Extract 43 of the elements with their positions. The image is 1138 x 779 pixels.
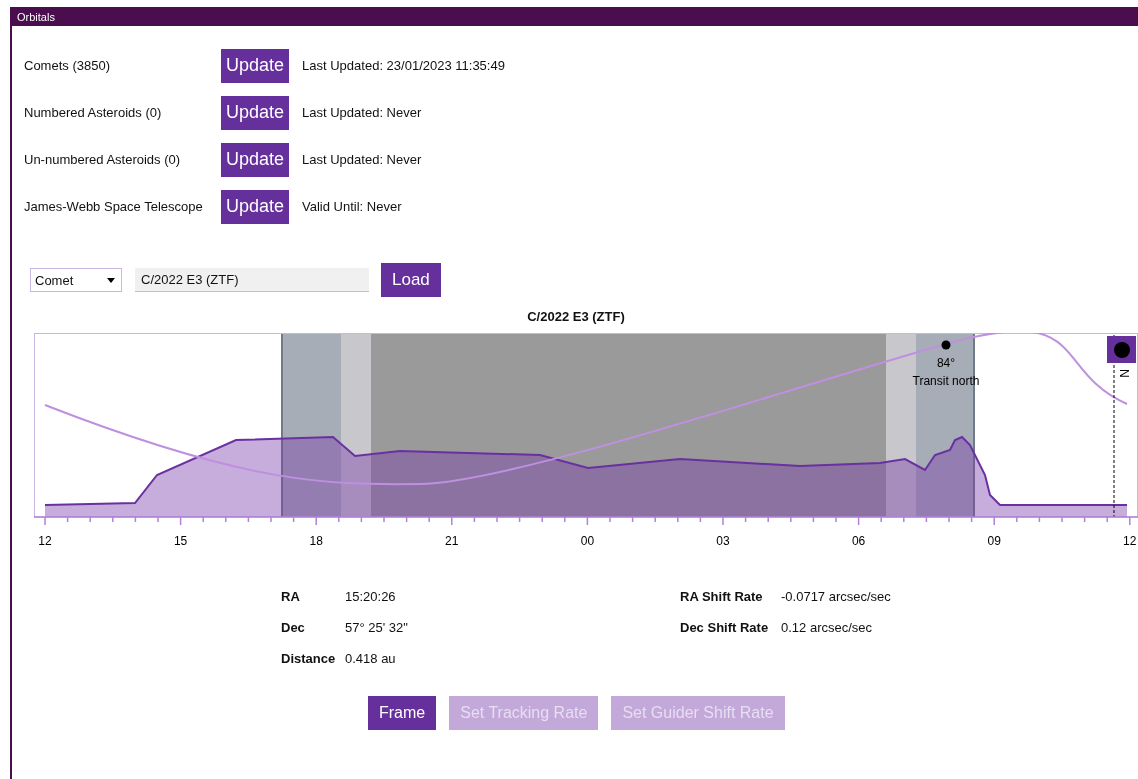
action-button[interactable]: Frame bbox=[368, 696, 437, 730]
update-button[interactable]: Update bbox=[221, 95, 290, 130]
field-label: RA Shift Rate bbox=[680, 589, 764, 606]
update-status: Last Updated: Never bbox=[302, 105, 422, 120]
axis-label: 03 bbox=[716, 534, 730, 548]
update-status: Valid Until: Never bbox=[302, 199, 402, 214]
field-value: -0.0717 arcsec/sec bbox=[781, 589, 891, 606]
axis-label: 00 bbox=[580, 534, 595, 548]
axis-label: 21 bbox=[445, 534, 459, 548]
update-button[interactable]: Update bbox=[221, 142, 290, 177]
transit-altitude: 84° bbox=[936, 356, 956, 370]
field-label: RA bbox=[281, 589, 301, 606]
transit-label: Transit north bbox=[912, 374, 980, 388]
axis-label: 06 bbox=[851, 534, 866, 548]
update-status: Last Updated: Never bbox=[302, 152, 422, 167]
field-label: Dec Shift Rate bbox=[680, 620, 770, 637]
axis-label: 12 bbox=[38, 534, 52, 548]
chart-title: C/2022 E3 (ZTF) bbox=[527, 309, 625, 324]
update-status: Last Updated: 23/01/2023 11:35:49 bbox=[302, 58, 505, 73]
axis-label: 18 bbox=[309, 534, 323, 548]
axis-label: 09 bbox=[987, 534, 1001, 548]
field-value: 57° 25' 32" bbox=[345, 620, 408, 637]
update-button[interactable]: Update bbox=[221, 48, 290, 83]
moon-icon bbox=[1114, 342, 1130, 358]
catalog-name: Comets (3850) bbox=[24, 58, 111, 73]
marker-label: N bbox=[1117, 369, 1131, 378]
field-value: 0.12 arcsec/sec bbox=[781, 620, 873, 637]
catalog-name: James-Webb Space Telescope bbox=[24, 199, 204, 214]
update-button[interactable]: Update bbox=[221, 189, 290, 224]
load-button[interactable]: Load bbox=[381, 263, 441, 297]
field-value: 15:20:26 bbox=[345, 589, 396, 606]
axis-label: 12 bbox=[1123, 534, 1137, 548]
field-label: Distance bbox=[281, 651, 337, 668]
transit-dot bbox=[941, 340, 951, 350]
object-type-dropdown[interactable]: Comet bbox=[30, 268, 122, 292]
object-name-field[interactable]: C/2022 E3 (ZTF) bbox=[135, 268, 369, 292]
catalog-name: Un-numbered Asteroids (0) bbox=[24, 152, 182, 167]
dropdown-arrow-icon bbox=[107, 277, 115, 283]
field-value: 0.418 au bbox=[345, 651, 396, 668]
window-title: Orbitals bbox=[17, 10, 55, 23]
catalog-name: Numbered Asteroids (0) bbox=[24, 105, 163, 120]
axis-label: 15 bbox=[173, 534, 188, 548]
field-label: Dec bbox=[281, 620, 306, 637]
